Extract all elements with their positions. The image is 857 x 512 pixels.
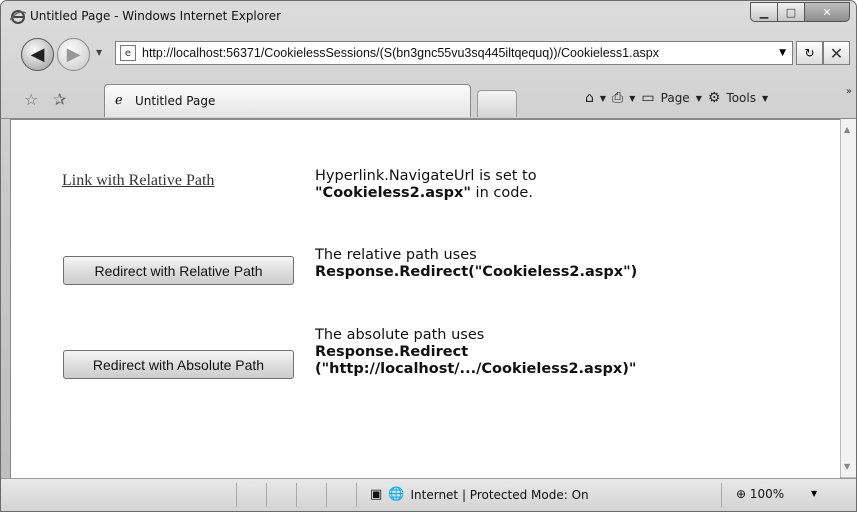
status-divider (356, 483, 357, 507)
zoom-icon: ⊕ (736, 487, 747, 501)
address-row: ◀ ▶ ▼ e http://localhost:56371/Cookieles… (1, 34, 856, 74)
zoom-level: 100% (749, 487, 785, 501)
absolute-desc-code1: Response.Redirect (315, 344, 469, 360)
scroll-up-icon[interactable]: ▲ (844, 125, 850, 134)
address-bar[interactable]: e http://localhost:56371/CookielessSessi… (115, 41, 793, 65)
status-divider (236, 483, 237, 507)
add-favorites-icon[interactable]: ✰ (53, 90, 66, 109)
relative-desc-code: Response.Redirect("Cookieless2.aspx") (315, 264, 638, 280)
tools-gear-icon: ⚙ (707, 90, 721, 106)
vertical-scrollbar[interactable]: ▲ ▼ (840, 119, 856, 477)
status-divider (326, 483, 327, 507)
address-dropdown-icon[interactable]: ▼ (779, 48, 786, 58)
status-divider (721, 483, 722, 507)
status-bar: ▣ 🌐 Internet | Protected Mode: On ⊕ 100%… (1, 478, 856, 511)
redirect-absolute-button[interactable]: Redirect with Absolute Path (63, 350, 294, 379)
protected-mode-icon: ▣ (370, 487, 383, 502)
link-desc-line2: "Cookieless2.aspx" in code. (315, 185, 537, 202)
back-button[interactable]: ◀ (21, 38, 54, 71)
page-menu-button[interactable]: Page (661, 91, 690, 105)
refresh-button[interactable]: ↻ (796, 41, 823, 65)
page-menu-icon: ▭ (641, 90, 655, 106)
ie-logo-icon (9, 9, 27, 25)
home-dropdown-icon[interactable]: ▼ (600, 94, 606, 103)
tab-label: Untitled Page (135, 94, 216, 108)
more-commands-chevron-icon[interactable]: » (846, 86, 852, 97)
maximize-button[interactable]: □ (777, 2, 805, 22)
print-icon[interactable]: ⎙ (612, 90, 623, 106)
print-dropdown-icon[interactable]: ▼ (629, 94, 635, 103)
zoom-control[interactable]: ⊕ 100% (736, 487, 784, 501)
new-tab-button[interactable] (477, 90, 517, 117)
absolute-desc-line2: Response.Redirect (315, 344, 636, 361)
link-desc-code: "Cookieless2.aspx" (315, 185, 471, 201)
absolute-desc-code2: ("http://localhost/.../Cookieless2.aspx)… (315, 361, 637, 377)
relative-desc-line1: The relative path uses (315, 247, 477, 263)
maximize-icon: □ (785, 5, 797, 19)
zoom-dropdown-icon[interactable]: ▼ (811, 489, 817, 498)
back-arrow-icon: ◀ (30, 44, 45, 65)
favorites-star-icon[interactable]: ☆ (24, 90, 38, 109)
zone-label: Internet | Protected Mode: On (410, 487, 589, 502)
tab-page-icon: ℯ (115, 93, 123, 108)
refresh-icon: ↻ (804, 46, 815, 60)
browser-window: Untitled Page - Windows Internet Explore… (0, 0, 857, 512)
globe-icon: 🌐 (388, 487, 405, 502)
link-desc-rest: in code. (470, 185, 533, 201)
tab-row: ☆ ✰ ℯ Untitled Page ⌂ ▼ ⎙ ▼ ▭ Page ▼ ⚙ T… (1, 80, 856, 119)
stop-button[interactable]: ✕ (823, 41, 850, 65)
relative-desc-line2: Response.Redirect("Cookieless2.aspx") (315, 264, 637, 281)
relative-path-link[interactable]: Link with Relative Path (62, 172, 214, 190)
security-zone[interactable]: ▣ 🌐 Internet | Protected Mode: On (370, 487, 589, 502)
address-url[interactable]: http://localhost:56371/CookielessSession… (142, 46, 779, 60)
history-dropdown-icon[interactable]: ▼ (96, 48, 102, 57)
link-desc-line1: Hyperlink.NavigateUrl is set to (315, 168, 537, 184)
relative-description: The relative path uses Response.Redirect… (315, 247, 637, 281)
tools-menu-button[interactable]: Tools (726, 91, 756, 105)
absolute-description: The absolute path uses Response.Redirect… (315, 327, 636, 378)
tab-untitled-page[interactable]: ℯ Untitled Page (104, 84, 471, 117)
window-title: Untitled Page - Windows Internet Explore… (30, 9, 282, 23)
title-bar: Untitled Page - Windows Internet Explore… (1, 1, 856, 33)
link-description: Hyperlink.NavigateUrl is set to "Cookiel… (315, 168, 537, 202)
absolute-desc-line1: The absolute path uses (315, 327, 485, 343)
redirect-relative-button[interactable]: Redirect with Relative Path (63, 256, 294, 285)
command-bar: ⌂ ▼ ⎙ ▼ ▭ Page ▼ ⚙ Tools ▼ (585, 90, 768, 106)
page-icon: e (120, 45, 136, 61)
stop-icon: ✕ (829, 43, 844, 63)
close-window-button[interactable]: ✕ (804, 2, 850, 22)
close-icon: ✕ (822, 5, 832, 19)
home-icon[interactable]: ⌂ (585, 90, 594, 106)
page-content: Link with Relative Path Hyperlink.Naviga… (10, 119, 841, 479)
page-dropdown-icon[interactable]: ▼ (696, 94, 702, 103)
scroll-down-icon[interactable]: ▼ (844, 462, 850, 471)
forward-button[interactable]: ▶ (57, 38, 90, 71)
forward-arrow-icon: ▶ (66, 44, 81, 65)
window-controls: ▁ □ ✕ (750, 2, 850, 22)
absolute-desc-line3: ("http://localhost/.../Cookieless2.aspx)… (315, 361, 636, 378)
minimize-icon: ▁ (759, 5, 769, 19)
status-divider (266, 483, 267, 507)
tools-dropdown-icon[interactable]: ▼ (762, 94, 768, 103)
minimize-button[interactable]: ▁ (750, 2, 778, 22)
status-divider (296, 483, 297, 507)
